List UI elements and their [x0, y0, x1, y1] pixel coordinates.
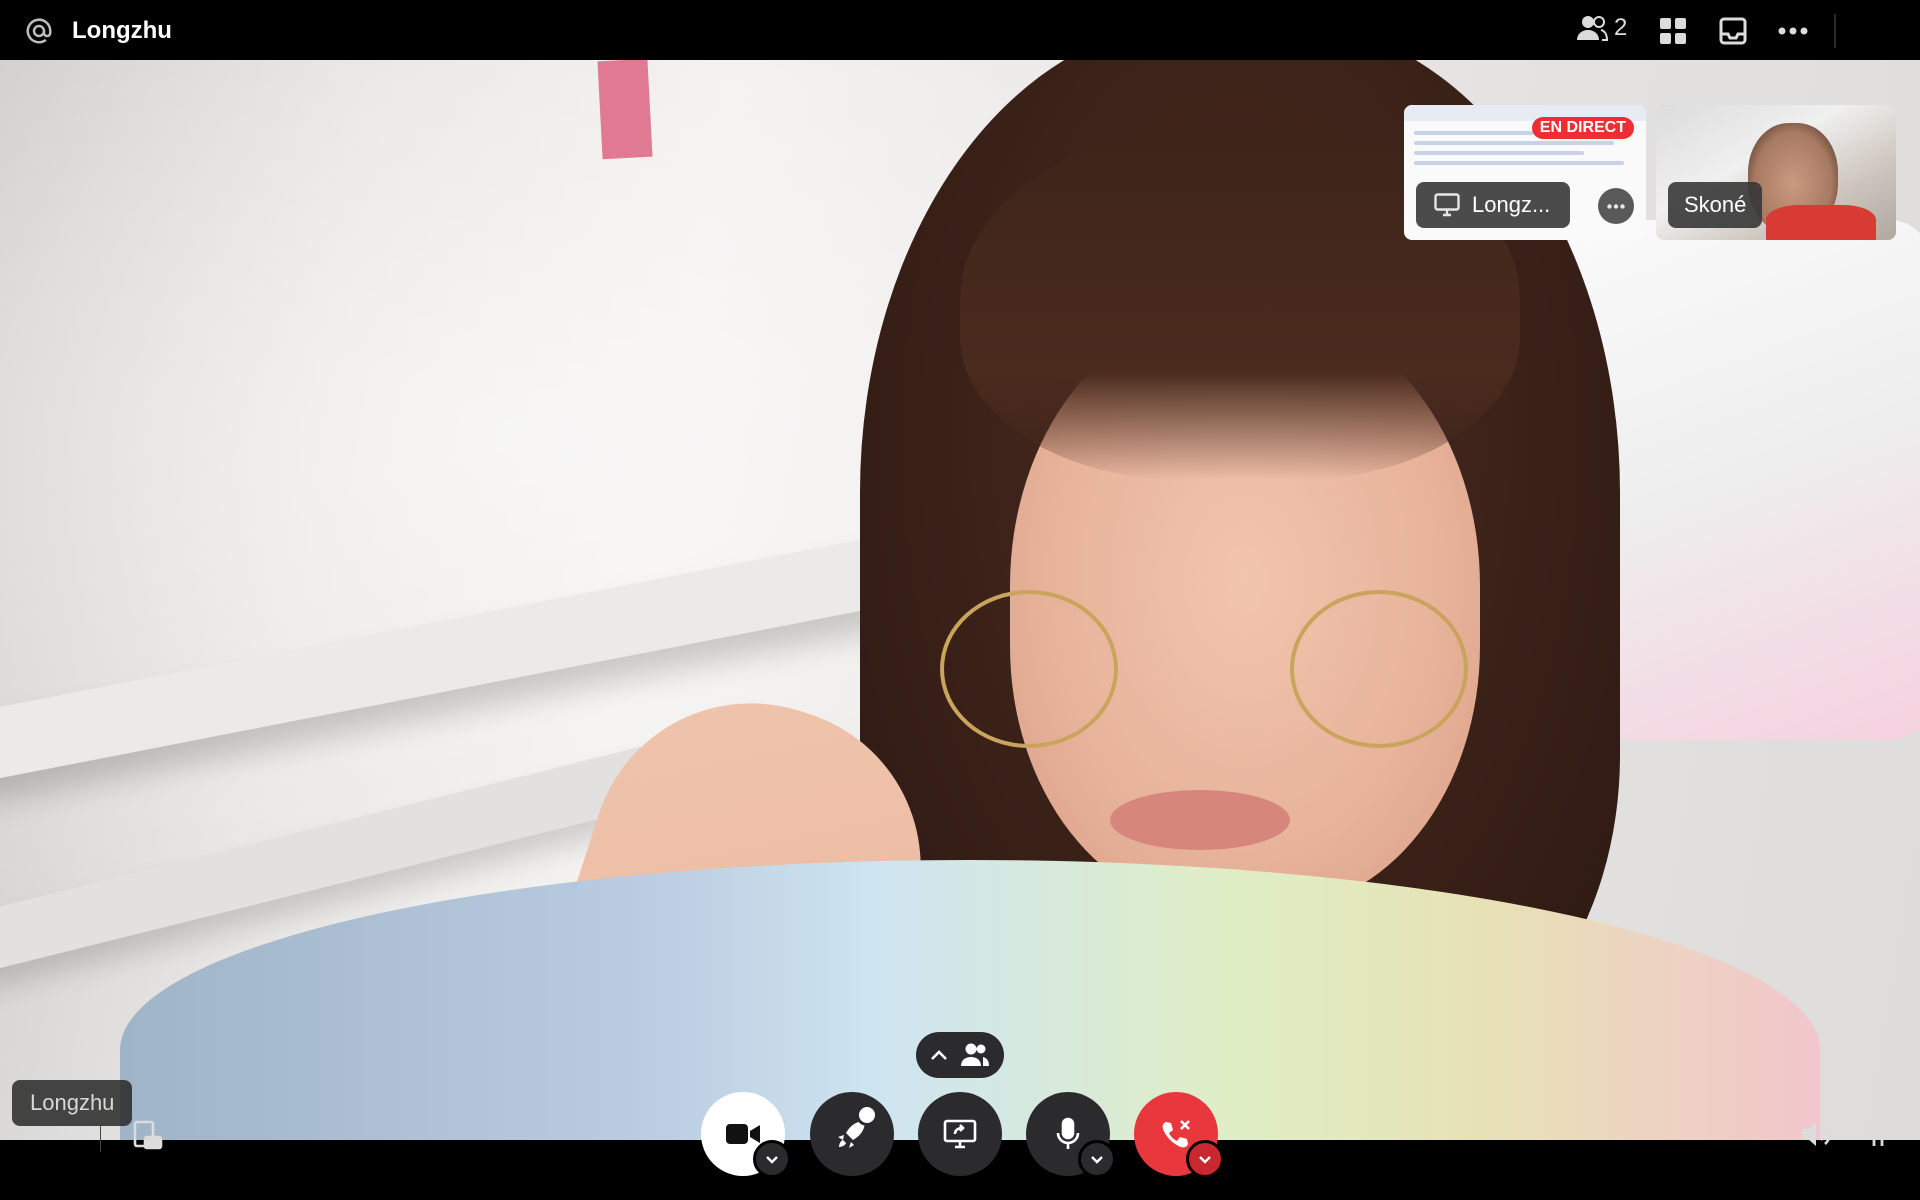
participants-button[interactable]: 2 — [1576, 14, 1627, 42]
camera-options-button[interactable] — [753, 1140, 791, 1178]
screen-share-name: Longz... — [1472, 192, 1551, 217]
chevron-up-icon — [931, 1050, 947, 1060]
screen-share-icon — [943, 1119, 977, 1149]
thumbnail-more-button[interactable] — [1598, 188, 1634, 224]
people-icon — [961, 1043, 989, 1066]
activities-button[interactable] — [810, 1092, 894, 1176]
participant-camera-thumbnail[interactable]: Skoné — [1656, 105, 1896, 240]
channel-title: Longzhu — [72, 17, 172, 44]
camera-toggle-button[interactable] — [701, 1092, 791, 1178]
activity-notification-dot — [856, 1104, 878, 1126]
grid-view-button[interactable] — [1656, 14, 1690, 48]
chevron-down-icon — [1091, 1155, 1103, 1164]
header-divider — [1834, 14, 1836, 48]
inbox-button[interactable] — [1716, 14, 1750, 48]
grid-icon — [1660, 18, 1686, 44]
participant-name: Skoné — [1684, 192, 1747, 217]
collapse-button[interactable] — [24, 1115, 60, 1151]
chevron-down-icon — [1199, 1155, 1211, 1164]
inbox-icon — [1719, 17, 1747, 45]
end-call-button[interactable] — [1134, 1092, 1224, 1178]
more-icon — [1607, 203, 1625, 209]
live-badge: EN DIRECT — [1531, 117, 1634, 139]
microphone-icon — [1056, 1117, 1080, 1149]
screen-share-label: Longz... — [1416, 182, 1571, 228]
at-icon — [26, 18, 52, 44]
chevron-down-icon — [766, 1155, 778, 1164]
video-person-mouth — [1110, 790, 1290, 850]
volume-icon — [1802, 1122, 1831, 1146]
video-glasses-right — [1290, 590, 1468, 748]
exit-fullscreen-button[interactable] — [1860, 1116, 1896, 1152]
participant-label: Skoné — [1668, 182, 1763, 228]
volume-button[interactable] — [1798, 1116, 1834, 1152]
microphone-button[interactable] — [1026, 1092, 1116, 1178]
thumb-doc-line — [1414, 141, 1614, 145]
video-tape — [597, 60, 653, 160]
thumb-person-shirt — [1766, 205, 1876, 240]
screen-share-thumbnail[interactable]: EN DIRECT Longz... — [1404, 105, 1646, 240]
thumb-doc-line — [1414, 131, 1534, 135]
call-header: Longzhu 2 — [0, 0, 1920, 60]
thumb-doc-line — [1414, 161, 1624, 165]
video-glasses-left — [940, 590, 1118, 748]
camera-icon — [726, 1124, 760, 1144]
participant-count: 2 — [1614, 14, 1628, 41]
more-options-button[interactable] — [1776, 14, 1810, 48]
show-participants-button[interactable] — [916, 1032, 1004, 1078]
screen-share-button[interactable] — [918, 1092, 1002, 1176]
microphone-options-button[interactable] — [1078, 1140, 1116, 1178]
end-call-options-button[interactable] — [1186, 1140, 1224, 1178]
pop-out-icon — [133, 1120, 163, 1150]
monitor-icon — [1434, 193, 1460, 217]
people-icon — [1577, 16, 1608, 41]
bottom-divider — [100, 1120, 101, 1152]
more-icon — [1778, 27, 1808, 35]
chevron-down-icon — [33, 1128, 51, 1139]
exit-fullscreen-icon — [1866, 1122, 1890, 1146]
thumb-doc-line — [1414, 151, 1584, 155]
pop-out-button[interactable] — [130, 1117, 166, 1153]
end-call-icon — [1162, 1120, 1190, 1148]
